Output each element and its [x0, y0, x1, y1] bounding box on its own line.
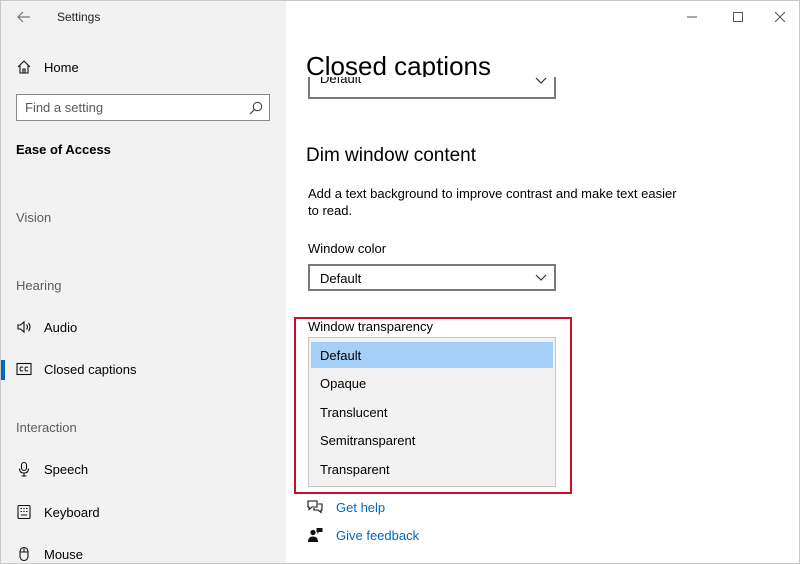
option-label: Opaque [320, 375, 367, 391]
sidebar-item-audio[interactable]: Audio [1, 309, 286, 345]
window-transparency-label: Window transparency [308, 319, 433, 334]
option-opaque[interactable]: Opaque [311, 370, 553, 396]
section-title: Dim window content [306, 145, 477, 166]
window-color-dropdown[interactable]: Default [308, 264, 556, 291]
settings-window: Settings Home Ease of Access Vision Hear… [0, 0, 800, 564]
app-title: Settings [57, 10, 101, 24]
mouse-icon [15, 545, 33, 563]
sidebar-item-keyboard[interactable]: Keyboard [1, 494, 286, 530]
sidebar-item-label: Mouse [44, 546, 84, 562]
give-feedback-link[interactable]: Give feedback [306, 524, 419, 546]
sidebar-item-home[interactable]: Home [1, 49, 286, 85]
home-icon [15, 58, 33, 76]
option-semitransparent[interactable]: Semitransparent [311, 427, 553, 453]
section-header-hearing: Hearing [16, 278, 62, 293]
chat-help-icon [306, 498, 324, 516]
maximize-button[interactable] [718, 3, 758, 31]
window-transparency-dropdown-list[interactable]: Default Opaque Translucent Semitranspare… [308, 337, 556, 487]
back-button[interactable] [9, 3, 39, 31]
active-indicator [1, 360, 5, 380]
section-description: Add a text background to improve contras… [308, 186, 677, 218]
sidebar-item-label: Speech [44, 461, 89, 477]
speaker-icon [15, 318, 33, 336]
sidebar-item-label: Closed captions [44, 361, 137, 377]
search-icon[interactable] [248, 100, 264, 116]
minimize-button[interactable] [672, 3, 712, 31]
option-default[interactable]: Default [311, 342, 553, 368]
search-box[interactable] [16, 94, 270, 121]
dropdown-value: Default [320, 271, 362, 286]
sidebar-item-label: Keyboard [44, 504, 100, 520]
previous-setting-dropdown[interactable]: Default [308, 77, 556, 99]
option-label: Semitransparent [320, 432, 416, 448]
section-header-vision: Vision [16, 210, 52, 225]
search-input[interactable] [25, 99, 240, 116]
maximize-icon [733, 12, 743, 22]
chevron-down-icon [535, 274, 547, 281]
section-header-interaction: Interaction [16, 420, 77, 435]
give-feedback-label[interactable]: Give feedback [336, 528, 419, 543]
close-icon [775, 12, 785, 22]
option-label: Default [320, 347, 362, 363]
sidebar-item-label: Audio [44, 319, 78, 335]
option-translucent[interactable]: Translucent [311, 399, 553, 425]
get-help-link[interactable]: Get help [306, 496, 385, 518]
option-label: Translucent [320, 404, 388, 420]
sidebar: Settings Home Ease of Access Vision Hear… [1, 1, 286, 563]
closed-captions-icon [15, 360, 33, 378]
get-help-label[interactable]: Get help [336, 500, 385, 515]
category-title: Ease of Access [16, 142, 111, 157]
option-transparent[interactable]: Transparent [311, 456, 553, 482]
chevron-down-icon [535, 77, 547, 84]
sidebar-item-speech[interactable]: Speech [1, 451, 286, 487]
sidebar-item-closed-captions[interactable]: Closed captions [1, 351, 286, 387]
dropdown-value: Default [320, 77, 362, 86]
main-content: Closed captions Default Dim window conte… [286, 1, 799, 563]
sidebar-item-mouse[interactable]: Mouse [1, 536, 286, 563]
keyboard-icon [15, 503, 33, 521]
close-button[interactable] [760, 3, 799, 31]
sidebar-item-label: Home [44, 59, 79, 75]
arrow-left-icon [17, 11, 30, 23]
minimize-icon [687, 16, 697, 18]
window-color-label: Window color [308, 241, 387, 256]
microphone-icon [15, 460, 33, 478]
feedback-person-icon [306, 526, 324, 544]
option-label: Transparent [320, 461, 390, 477]
